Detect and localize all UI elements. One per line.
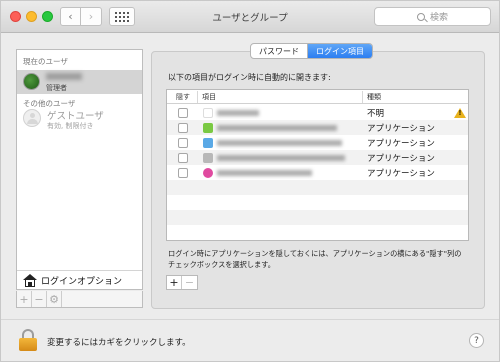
tab-login-items[interactable]: ログイン項目 [308,44,372,58]
login-options-item[interactable]: ログインオプション [17,270,142,290]
guest-avatar-icon [23,109,41,127]
column-header-kind[interactable]: 種類 [367,92,381,102]
title-bar: ‹ › ユーザとグループ 検索 [1,1,499,33]
window: ‹ › ユーザとグループ 検索 現在のユーザ 管理者 その他のユーザ ゲストユー… [0,0,500,362]
column-divider [362,91,363,103]
table-header: 隠す 項目 種類 [167,90,468,104]
item-kind: アプリケーション [367,154,435,164]
item-kind: アプリケーション [367,139,435,149]
lock-instruction: 変更するにはカギをクリックします。 [47,338,191,348]
item-icon [203,168,213,178]
gear-icon: ⚙ [49,292,59,306]
house-icon [23,274,37,287]
table-row[interactable]: アプリケーション [167,135,468,150]
redacted-item-name [217,170,312,176]
search-field[interactable]: 検索 [374,7,491,26]
tab-bar: パスワード ログイン項目 [250,43,373,59]
add-user-button[interactable]: + [17,291,32,307]
hide-checkbox[interactable] [178,153,188,163]
users-sidebar: 現在のユーザ 管理者 その他のユーザ ゲストユーザ 有効, 制限付き ログインオ… [16,49,143,290]
current-user-header: 現在のユーザ [23,57,68,66]
tab-password[interactable]: パスワード [251,44,308,58]
table-row-empty [167,225,468,240]
item-icon [203,138,213,148]
add-login-item-button[interactable]: + [167,276,182,289]
login-items-table: 隠す 項目 種類 不明 ! アプリケーション アプリケーション アプリケーション… [166,89,469,241]
redacted-user-name [46,73,82,80]
column-divider [197,91,198,103]
redacted-item-name [217,140,342,146]
item-icon [203,153,213,163]
action-gear-button[interactable]: ⚙ [47,291,62,307]
search-icon [416,12,425,21]
item-icon [203,108,213,118]
login-options-label: ログインオプション [41,277,123,287]
redacted-item-name [217,125,337,131]
column-header-item[interactable]: 項目 [202,92,216,102]
search-placeholder: 検索 [429,13,448,23]
redacted-item-name [217,110,259,116]
sidebar-toolbar: + − ⚙ [16,291,143,308]
table-row[interactable]: アプリケーション [167,150,468,165]
item-kind: 不明 [367,109,385,119]
table-row-empty [167,195,468,210]
login-items-instruction: 以下の項目がログイン時に自動的に開きます: [168,73,331,82]
sidebar-item-current-user[interactable]: 管理者 [17,70,142,94]
table-row[interactable]: アプリケーション [167,165,468,180]
user-role: 管理者 [46,84,67,92]
item-icon [203,123,213,133]
remove-user-button[interactable]: − [32,291,47,307]
table-row[interactable]: アプリケーション [167,120,468,135]
hide-checkbox[interactable] [178,168,188,178]
hide-apps-note: ログイン時にアプリケーションを隠しておくには、アプリケーションの横にある"隠す"… [168,249,462,269]
item-kind: アプリケーション [367,169,435,179]
warning-icon-mark: ! [458,109,462,117]
hide-checkbox[interactable] [178,138,188,148]
hide-checkbox[interactable] [178,123,188,133]
guest-user-name: ゲストユーザ [47,111,104,122]
lock-icon[interactable] [19,329,37,351]
table-row-empty [167,180,468,195]
table-row[interactable]: 不明 ! [167,105,468,120]
footer-divider [1,319,499,320]
guest-user-status: 有効, 制限付き [47,122,94,130]
column-header-hide[interactable]: 隠す [176,92,190,102]
hide-checkbox[interactable] [178,108,188,118]
avatar [23,73,40,90]
add-remove-control: + − [166,275,198,290]
help-button[interactable]: ? [469,333,484,348]
table-row-empty [167,210,468,225]
remove-login-item-button[interactable]: − [182,276,197,289]
item-kind: アプリケーション [367,124,435,134]
redacted-item-name [217,155,345,161]
